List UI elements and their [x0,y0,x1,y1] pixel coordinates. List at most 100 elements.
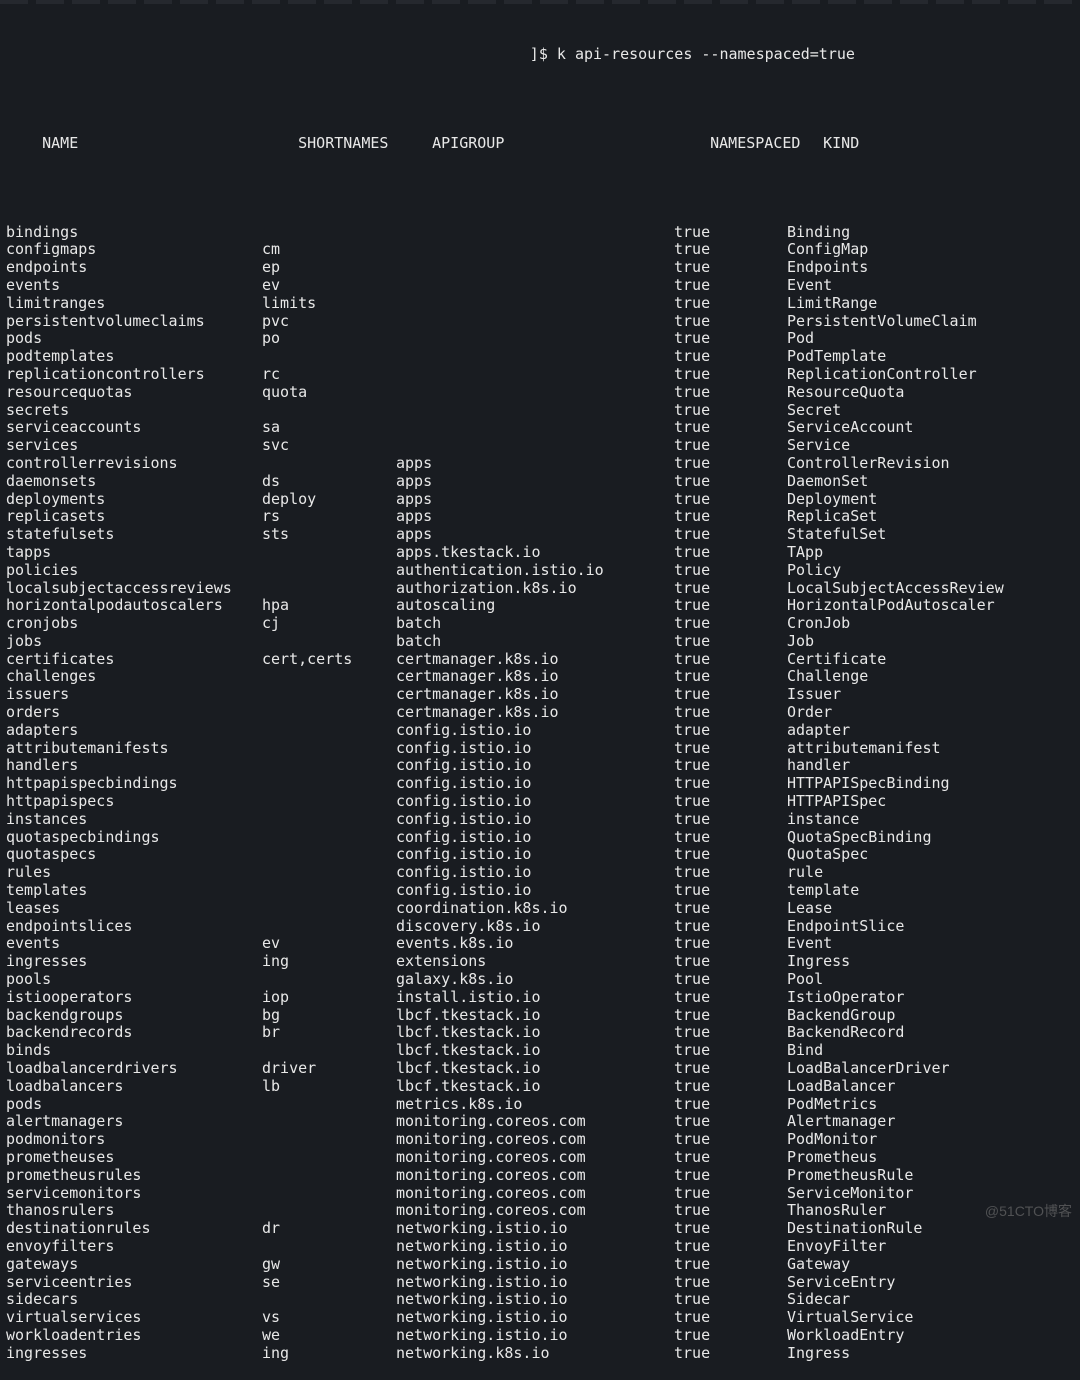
cell-short: br [262,1024,396,1042]
cell-kind: handler [787,757,850,775]
table-row: istiooperatorsiopinstall.istio.iotrueIst… [6,989,1074,1007]
cell-name: events [6,935,262,953]
cell-kind: StatefulSet [787,526,886,544]
cell-api: apps.tkestack.io [396,544,674,562]
cell-ns: true [674,900,787,918]
table-row: prometheusesmonitoring.coreos.comtruePro… [6,1149,1074,1167]
cell-name: envoyfilters [6,1238,262,1256]
cell-kind: Issuer [787,686,841,704]
cell-kind: Job [787,633,814,651]
cell-name: sidecars [6,1291,262,1309]
table-row: virtualservicesvsnetworking.istio.iotrue… [6,1309,1074,1327]
cell-kind: Challenge [787,668,868,686]
table-row: statefulsetsstsappstrueStatefulSet [6,526,1074,544]
terminal-pane[interactable]: ........................................… [0,4,1080,1380]
table-row: policiesauthentication.istio.iotruePolic… [6,562,1074,580]
cell-short: hpa [262,597,396,615]
cell-kind: Ingress [787,1345,850,1363]
cell-ns: true [674,1007,787,1025]
cell-api: coordination.k8s.io [396,900,674,918]
cell-kind: HTTPAPISpecBinding [787,775,950,793]
cell-name: replicasets [6,508,262,526]
cell-kind: Prometheus [787,1149,877,1167]
cell-name: destinationrules [6,1220,262,1238]
cell-short: cert,certs [262,651,396,669]
cell-ns: true [674,811,787,829]
cell-ns: true [674,313,787,331]
cell-api: config.istio.io [396,846,674,864]
cell-api: authorization.k8s.io [396,580,674,598]
cell-name: orders [6,704,262,722]
cell-kind: QuotaSpec [787,846,868,864]
cell-ns: true [674,1185,787,1203]
table-row: poolsgalaxy.k8s.iotruePool [6,971,1074,989]
cell-short: ds [262,473,396,491]
table-row: jobsbatchtrueJob [6,633,1074,651]
cell-api: monitoring.coreos.com [396,1149,674,1167]
prompt-line: ........................................… [6,46,1074,64]
cell-ns: true [674,295,787,313]
cell-short: cj [262,615,396,633]
cell-kind: WorkloadEntry [787,1327,904,1345]
table-row: challengescertmanager.k8s.iotrueChalleng… [6,668,1074,686]
table-row: serviceaccountssatrueServiceAccount [6,419,1074,437]
cell-name: templates [6,882,262,900]
cell-name: quotaspecs [6,846,262,864]
cell-kind: LimitRange [787,295,877,313]
cell-short: vs [262,1309,396,1327]
cell-short: svc [262,437,396,455]
table-row: bindslbcf.tkestack.iotrueBind [6,1042,1074,1060]
cell-ns: true [674,224,787,242]
cell-ns: true [674,882,787,900]
table-row: resourcequotasquotatrueResourceQuota [6,384,1074,402]
cell-name: challenges [6,668,262,686]
cell-ns: true [674,526,787,544]
col-ns-header: NAMESPACED [710,135,823,153]
cell-api: metrics.k8s.io [396,1096,674,1114]
cell-kind: ResourceQuota [787,384,904,402]
cell-kind: ThanosRuler [787,1202,886,1220]
cell-kind: attributemanifest [787,740,941,758]
cell-short: ing [262,1345,396,1363]
table-row: httpapispecbindingsconfig.istio.iotrueHT… [6,775,1074,793]
cell-kind: Endpoints [787,259,868,277]
table-row: handlersconfig.istio.iotruehandler [6,757,1074,775]
cell-name: adapters [6,722,262,740]
cell-api: config.istio.io [396,793,674,811]
cell-name: bindings [6,224,262,242]
cell-short: pvc [262,313,396,331]
table-row: alertmanagersmonitoring.coreos.comtrueAl… [6,1113,1074,1131]
cell-api: monitoring.coreos.com [396,1185,674,1203]
cell-api: lbcf.tkestack.io [396,1007,674,1025]
cell-ns: true [674,259,787,277]
cell-kind: TApp [787,544,823,562]
cell-ns: true [674,508,787,526]
cell-short: se [262,1274,396,1292]
cell-name: pods [6,1096,262,1114]
col-name-header: NAME [42,135,298,153]
cell-ns: true [674,1167,787,1185]
cell-kind: LoadBalancer [787,1078,895,1096]
cell-ns: true [674,633,787,651]
cell-name: prometheuses [6,1149,262,1167]
cell-name: prometheusrules [6,1167,262,1185]
table-row: tappsapps.tkestack.iotrueTApp [6,544,1074,562]
cell-ns: true [674,864,787,882]
cell-kind: Alertmanager [787,1113,895,1131]
cell-name: httpapispecs [6,793,262,811]
cell-api: galaxy.k8s.io [396,971,674,989]
cell-ns: true [674,366,787,384]
col-short-header: SHORTNAMES [298,135,432,153]
table-row: localsubjectaccessreviewsauthorization.k… [6,580,1074,598]
cell-name: loadbalancers [6,1078,262,1096]
cell-api: apps [396,508,674,526]
cell-ns: true [674,1113,787,1131]
table-row: bindings trueBinding [6,224,1074,242]
cell-kind: Pool [787,971,823,989]
cell-ns: true [674,330,787,348]
cell-short: ev [262,277,396,295]
cell-ns: true [674,829,787,847]
cell-api: monitoring.coreos.com [396,1131,674,1149]
cell-kind: Binding [787,224,850,242]
cell-ns: true [674,722,787,740]
